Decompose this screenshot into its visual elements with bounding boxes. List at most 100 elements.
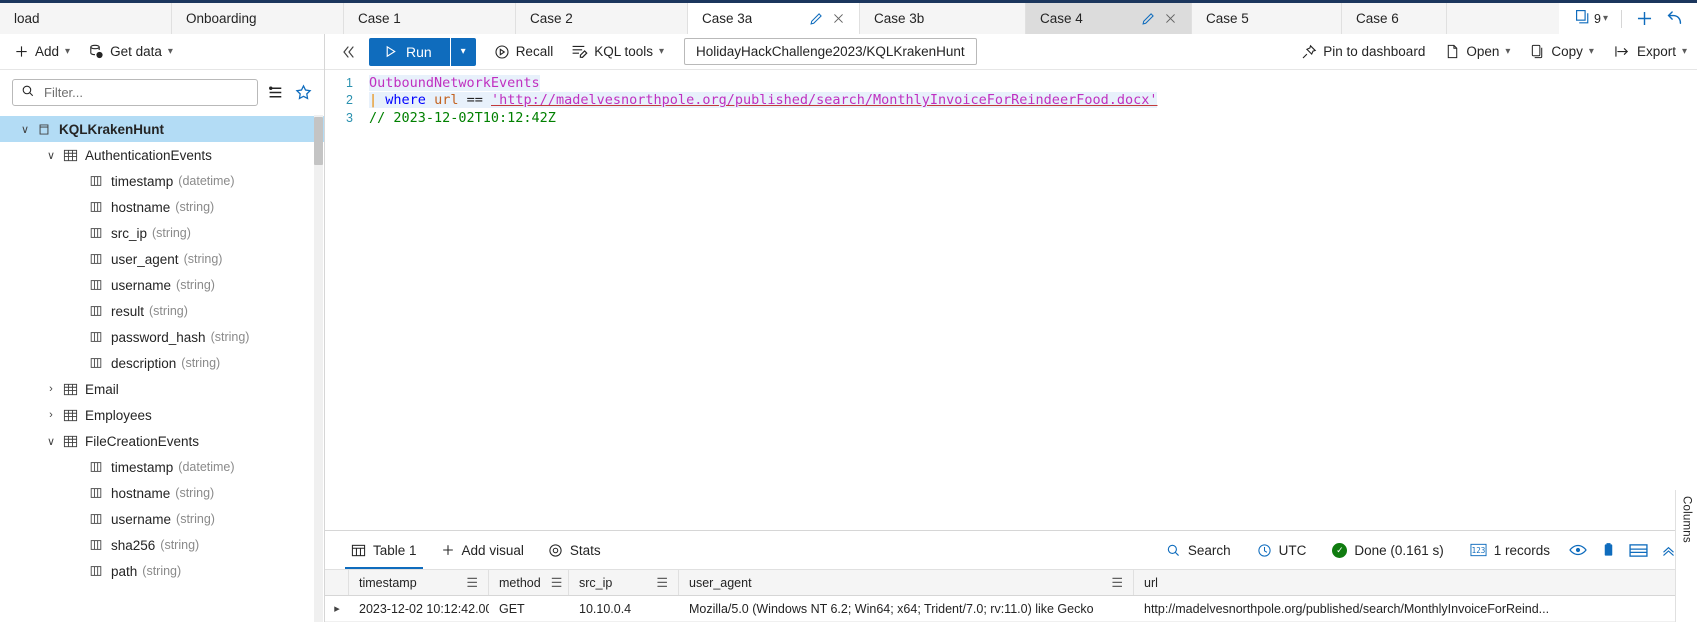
results-tab-add-visual[interactable]: Add visual — [429, 531, 536, 569]
tab-case-6[interactable]: Case 6 — [1342, 3, 1447, 34]
chevron-right-icon[interactable]: › — [42, 409, 60, 421]
clock-icon — [1258, 543, 1271, 557]
editor-token-pipe: | — [369, 92, 378, 109]
tab-overflow-button[interactable]: 9 ▾ — [1569, 9, 1614, 29]
tab-onboarding[interactable]: Onboarding — [172, 3, 344, 34]
chevron-down-icon[interactable]: ∨ — [16, 123, 34, 136]
tab-case-3a[interactable]: Case 3a — [688, 3, 860, 34]
tree-item-user-agent[interactable]: user_agent (string) — [0, 246, 324, 272]
grid-header-method[interactable]: method ☰ — [489, 570, 569, 595]
cell-url: http://madelvesnorthpole.org/published/s… — [1144, 601, 1550, 616]
tree-item-timestamp[interactable]: timestamp (datetime) — [0, 168, 324, 194]
run-button[interactable]: Run — [369, 37, 450, 66]
data-explorer-pane: Add ▾ Get data ▾ Filter... ∨ KQLKrakenHu… — [0, 34, 325, 622]
pencil-icon[interactable] — [809, 12, 823, 26]
add-button[interactable]: Add ▾ — [14, 44, 70, 59]
column-menu-icon[interactable]: ☰ — [541, 575, 563, 591]
chevron-down-icon[interactable]: ∨ — [42, 435, 60, 448]
favorites-icon[interactable] — [295, 84, 312, 101]
results-tab-table-1[interactable]: Table 1 — [339, 531, 429, 569]
grid-header-timestamp[interactable]: timestamp ☰ — [349, 570, 489, 595]
pin-to-dashboard-button[interactable]: Pin to dashboard — [1301, 44, 1425, 60]
export-button[interactable]: Export ▾ — [1614, 44, 1687, 59]
play-icon — [386, 45, 396, 58]
tree-scrollbar-thumb[interactable] — [314, 117, 323, 165]
tree-item-email[interactable]: › Email — [0, 376, 324, 402]
tree-item-type: (string) — [183, 252, 223, 266]
columns-rail[interactable]: Columns — [1675, 490, 1697, 622]
tab-case-1[interactable]: Case 1 — [344, 3, 516, 34]
tree-item-authenticationevents[interactable]: ∨ AuthenticationEvents — [0, 142, 324, 168]
tree-scrollbar[interactable] — [314, 115, 323, 622]
undo-button[interactable] — [1659, 5, 1689, 33]
results-search-button[interactable]: Search — [1153, 543, 1244, 558]
kql-tools-button[interactable]: KQL tools ▾ — [571, 43, 664, 60]
tab-case-2[interactable]: Case 2 — [516, 3, 688, 34]
open-button[interactable]: Open ▾ — [1445, 44, 1510, 59]
divider — [1621, 9, 1622, 28]
chevron-down-icon[interactable]: ∨ — [42, 149, 60, 162]
tree-item-label: timestamp — [111, 173, 174, 189]
column-menu-icon[interactable]: ☰ — [1101, 575, 1123, 591]
grid-header-src-ip[interactable]: src_ip ☰ — [569, 570, 679, 595]
chevron-down-icon: ▾ — [1505, 45, 1511, 57]
add-tab-button[interactable] — [1629, 5, 1659, 33]
get-data-button[interactable]: Get data ▾ — [88, 44, 173, 60]
tree-item-timestamp[interactable]: timestamp (datetime) — [0, 454, 324, 480]
timezone-button[interactable]: UTC — [1244, 543, 1320, 558]
tab-load[interactable]: load — [0, 3, 172, 34]
filter-row — [0, 70, 324, 115]
layout-toggle-icon[interactable] — [1623, 543, 1653, 558]
tree-item-src-ip[interactable]: src_ip (string) — [0, 220, 324, 246]
tree-item-description[interactable]: description (string) — [0, 350, 324, 376]
run-options-button[interactable]: ▾ — [449, 37, 476, 66]
column-menu-icon[interactable]: ☰ — [646, 575, 668, 591]
grid-header-expander — [325, 570, 349, 595]
tree-item-filecreationevents[interactable]: ∨ FileCreationEvents — [0, 428, 324, 454]
tree-item-result[interactable]: result (string) — [0, 298, 324, 324]
grid-header-url[interactable]: url ☰ — [1134, 570, 1697, 595]
results-tab-stats[interactable]: Stats — [536, 531, 613, 569]
preview-eye-icon[interactable] — [1563, 543, 1593, 557]
grid-header-user-agent[interactable]: user_agent ☰ — [679, 570, 1134, 595]
chevron-right-icon[interactable]: › — [42, 383, 60, 395]
recall-button[interactable]: Recall — [494, 44, 553, 60]
tree-item-kqlkrakenhunt[interactable]: ∨ KQLKrakenHunt — [0, 116, 324, 142]
filter-input-wrapper[interactable] — [12, 79, 258, 106]
tab-case-3b[interactable]: Case 3b — [860, 3, 1026, 34]
pencil-icon[interactable] — [1141, 12, 1155, 26]
tree-item-type: (string) — [176, 278, 215, 292]
tab-case-5[interactable]: Case 5 — [1192, 3, 1342, 34]
filter-input[interactable] — [42, 84, 249, 101]
table-row[interactable]: ▸ 2023-12-02 10:12:42.0000 GET 10.10.0.4… — [325, 596, 1697, 622]
tree-item-employees[interactable]: › Employees — [0, 402, 324, 428]
tab-label: Case 6 — [1356, 11, 1399, 26]
tree-item-label: path — [111, 563, 138, 579]
tree-item-hostname[interactable]: hostname (string) — [0, 194, 324, 220]
editor-token-keyword: where — [385, 92, 426, 109]
tree-item-hostname[interactable]: hostname (string) — [0, 480, 324, 506]
kql-editor[interactable]: 1 OutboundNetworkEvents 2 | where url ==… — [325, 70, 1697, 530]
tree-item-type: (string) — [175, 486, 215, 500]
tree-item-username[interactable]: username (string) — [0, 272, 324, 298]
close-icon[interactable] — [832, 12, 845, 25]
row-expander-icon[interactable]: ▸ — [325, 596, 349, 621]
tree-item-path[interactable]: path (string) — [0, 558, 324, 584]
filter-options-icon[interactable] — [268, 84, 285, 101]
column-menu-icon[interactable]: ☰ — [456, 575, 478, 591]
tab-label: Case 2 — [530, 11, 573, 26]
tree-item-password-hash[interactable]: password_hash (string) — [0, 324, 324, 350]
copy-results-icon[interactable] — [1593, 542, 1623, 558]
run-button-label: Run — [406, 43, 432, 60]
grid-header-label: timestamp — [359, 575, 417, 590]
close-icon[interactable] — [1164, 12, 1177, 25]
tab-case-4[interactable]: Case 4 — [1026, 3, 1192, 34]
tree-item-sha256[interactable]: sha256 (string) — [0, 532, 324, 558]
table-icon — [60, 408, 80, 423]
kql-tools-label: KQL tools — [594, 44, 653, 59]
search-icon — [1167, 544, 1179, 556]
tree-item-username[interactable]: username (string) — [0, 506, 324, 532]
copy-button[interactable]: Copy ▾ — [1530, 44, 1594, 59]
collapse-panel-icon[interactable] — [335, 39, 361, 65]
database-selector[interactable]: HolidayHackChallenge2023/KQLKrakenHunt — [684, 38, 977, 65]
